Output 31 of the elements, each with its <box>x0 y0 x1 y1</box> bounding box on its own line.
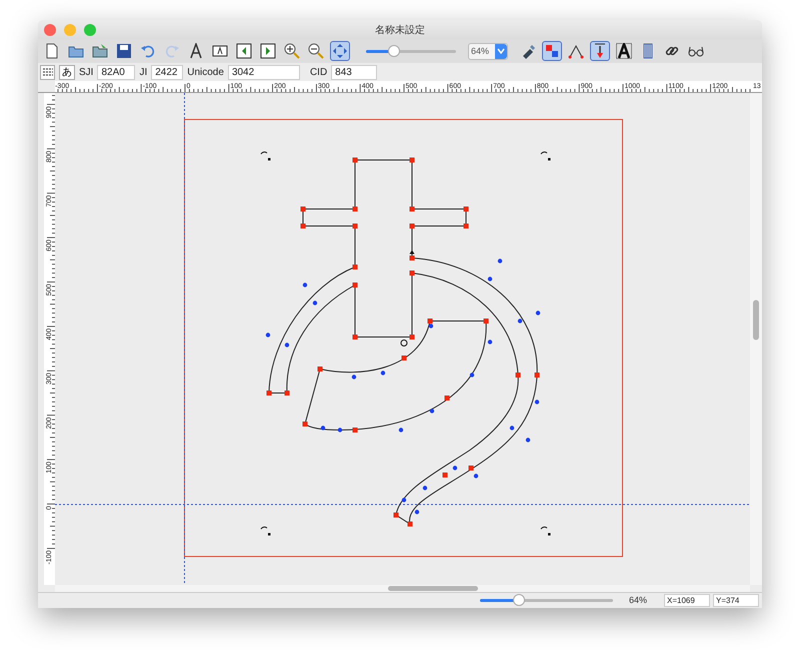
zoom-out-icon[interactable] <box>306 41 326 62</box>
previous-icon[interactable] <box>234 41 254 62</box>
code-field[interactable]: 2422 <box>151 64 184 80</box>
squares-icon[interactable] <box>542 41 562 62</box>
zoom-slider[interactable] <box>480 594 613 606</box>
zoom-select[interactable]: 64% <box>468 42 508 60</box>
field-label: JI <box>139 66 148 78</box>
x-coordinate: X=1069 <box>664 594 710 607</box>
window-title: 名称未設定 <box>375 24 425 37</box>
y-coordinate: Y=374 <box>713 594 759 607</box>
zoom-slider[interactable] <box>366 45 456 58</box>
list-icon[interactable] <box>40 64 55 80</box>
rotate-handle-icon[interactable] <box>540 151 550 160</box>
glyph-preview: あ <box>59 64 75 80</box>
vertical-scrollbar[interactable] <box>750 92 762 585</box>
field-label: CID <box>310 66 328 78</box>
zoom-percentage: 64% <box>629 595 648 606</box>
rotate-handle-icon[interactable] <box>260 151 270 160</box>
code-field[interactable]: 82A0 <box>97 64 136 80</box>
field-label: SJI <box>79 66 94 78</box>
code-field[interactable]: 3042 <box>228 64 300 80</box>
next-icon[interactable] <box>258 41 278 62</box>
glyph-outline-drawing[interactable] <box>266 157 540 526</box>
rotate-handle-icon[interactable] <box>260 526 270 536</box>
code-field[interactable]: 843 <box>331 64 378 80</box>
outline-letter-icon[interactable] <box>614 41 634 62</box>
caret-icon <box>497 48 505 54</box>
zoom-in-icon[interactable] <box>282 41 302 62</box>
field-label: Unicode <box>187 66 224 78</box>
move-arrows-icon[interactable] <box>330 41 350 62</box>
rotate-handle-icon[interactable] <box>540 526 550 536</box>
